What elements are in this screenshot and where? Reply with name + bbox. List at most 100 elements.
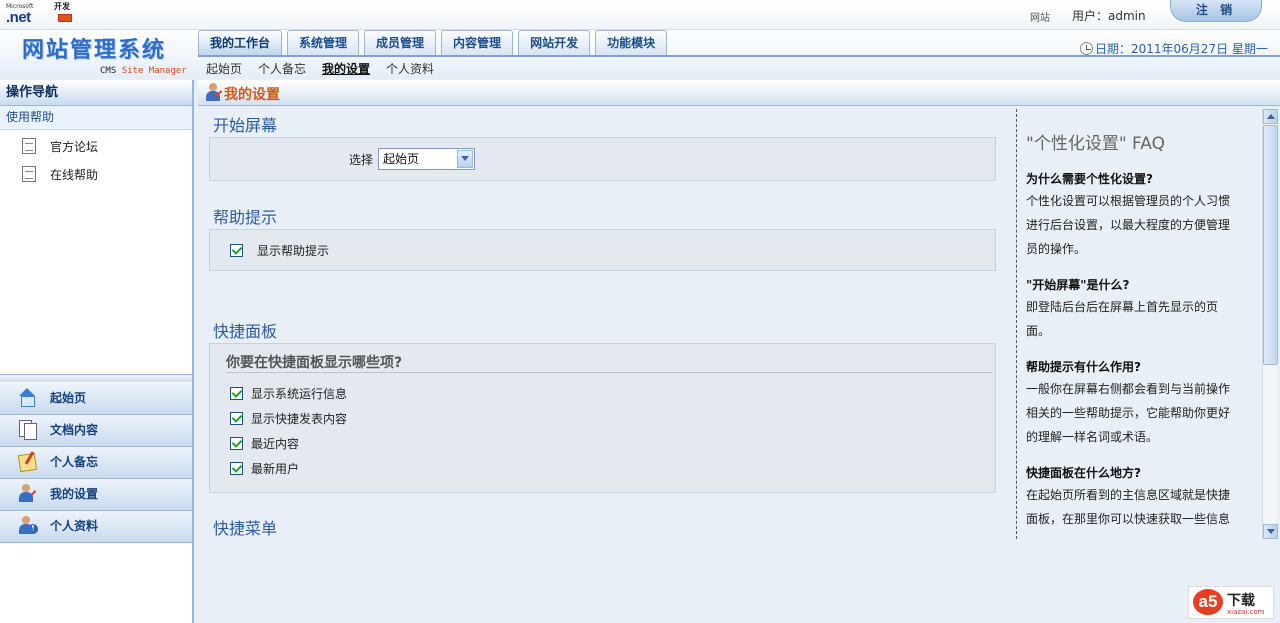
sidebar: 操作导航 使用帮助 官方论坛 在线帮助 起始页 文档内容 个人备忘 我的设置 !… (0, 80, 194, 623)
start-screen-select[interactable]: 起始页 (378, 148, 475, 170)
nav-memo[interactable]: 个人备忘 (0, 447, 192, 479)
tab-system[interactable]: 系统管理 (287, 30, 360, 56)
clock-icon (1080, 42, 1093, 55)
nav-profile[interactable]: ! 个人资料 (0, 511, 192, 543)
select-label: 选择 (349, 153, 374, 167)
faq-question: 为什么需要个性化设置? (1026, 172, 1153, 186)
faq-answer: 个性化设置可以根据管理员的个人习惯进行后台设置，以最大程度的方便管理员的操作。 (1026, 194, 1231, 256)
a5-watermark-logo: a5 下载 xiazai.com (1188, 586, 1274, 619)
faq-scrollbar[interactable] (1262, 109, 1278, 539)
checkbox-label: 显示帮助提示 (257, 244, 330, 258)
user-settings-icon (204, 83, 224, 103)
nav-label: 我的设置 (50, 487, 99, 501)
option-checkbox[interactable] (230, 437, 243, 450)
checkbox-label: 显示系统运行信息 (251, 387, 348, 401)
section-help-tips-title: 帮助提示 (213, 208, 278, 227)
dotnet-label: .net (6, 9, 31, 26)
home-icon (16, 387, 38, 407)
option-quick-publish[interactable]: 显示快捷发表内容 (230, 411, 347, 427)
document-icon (22, 138, 36, 154)
main-tabs: 我的工作台 系统管理 成员管理 内容管理 网站开发 功能模块 (198, 30, 672, 56)
sidebar-separator (0, 374, 192, 382)
divider (226, 372, 992, 373)
tab-dev[interactable]: 网站开发 (518, 30, 591, 56)
watermark-logo: a5 (1193, 589, 1223, 615)
dev-logo: 开发 (54, 1, 80, 25)
nav-my-settings[interactable]: 我的设置 (0, 479, 192, 511)
show-help-tips-option[interactable]: 显示帮助提示 (230, 243, 329, 259)
subtab-settings[interactable]: 我的设置 (322, 60, 370, 77)
sidebar-title: 操作导航 (0, 80, 192, 106)
watermark-url: xiazai.com (1227, 608, 1265, 616)
faq-title: "个性化设置" FAQ (1026, 134, 1165, 154)
nav-documents[interactable]: 文档内容 (0, 415, 192, 447)
sidebar-group-help[interactable]: 使用帮助 (0, 106, 192, 130)
scroll-thumb[interactable] (1263, 125, 1278, 365)
sub-tabs: 起始页 个人备忘 我的设置 个人资料 (206, 60, 450, 77)
dev-icon (58, 14, 72, 22)
option-recent-content[interactable]: 最近内容 (230, 436, 299, 452)
checkbox-label: 最近内容 (251, 437, 300, 451)
user-label: 用户：admin (1072, 9, 1146, 23)
logout-button[interactable]: 注 销 (1170, 0, 1262, 22)
section-start-screen-title: 开始屏幕 (213, 116, 278, 135)
subtab-profile[interactable]: 个人资料 (386, 60, 434, 77)
select-value: 起始页 (383, 152, 420, 166)
tab-content[interactable]: 内容管理 (441, 30, 514, 56)
checkbox-label: 显示快捷发表内容 (251, 412, 348, 426)
faq-answer: 即登陆后台后在屏幕上首先显示的页面。 (1026, 300, 1219, 338)
tab-modules[interactable]: 功能模块 (595, 30, 668, 56)
quick-panel-panel: 你要在快捷面板显示哪些项? 显示系统运行信息 显示快捷发表内容 最近内容 最新用… (209, 343, 996, 493)
option-checkbox[interactable] (230, 412, 243, 425)
subtab-memo[interactable]: 个人备忘 (258, 60, 306, 77)
memo-icon (16, 451, 38, 471)
watermark-text: 下载 (1227, 593, 1255, 609)
sidebar-link-forum[interactable]: 官方论坛 (22, 138, 98, 156)
nav-label: 个人资料 (50, 519, 99, 533)
date-text: 日期：2011年06月27日 星期一 (1095, 42, 1268, 56)
faq-question: 快捷面板在什么地方? (1026, 466, 1141, 480)
nav-start-page[interactable]: 起始页 (0, 383, 192, 415)
faq-panel: "个性化设置" FAQ 为什么需要个性化设置? 个性化设置可以根据管理员的个人习… (1016, 109, 1262, 539)
scroll-down-icon[interactable] (1263, 524, 1278, 539)
brand-title: 网站管理系统 (22, 38, 167, 63)
document-icon (16, 419, 38, 440)
date-display: 日期：2011年06月27日 星期一 (1080, 40, 1268, 57)
start-screen-panel: 选择 起始页 (209, 137, 996, 181)
main-content: 开始屏幕 选择 起始页 帮助提示 显示帮助提示 快捷面板 你要在快捷面板显示哪些… (198, 107, 1280, 623)
faq-question: "开始屏幕"是什么? (1026, 278, 1130, 292)
content-header: 我的设置 (198, 80, 1280, 106)
nav-label: 个人备忘 (50, 455, 99, 469)
document-icon (22, 166, 36, 182)
brand-cms: CMS (100, 66, 117, 76)
tab-workbench[interactable]: 我的工作台 (198, 30, 283, 56)
site-link[interactable]: 网站 (1030, 9, 1050, 24)
help-tips-panel: 显示帮助提示 (209, 229, 996, 271)
section-quick-panel-title: 快捷面板 (213, 322, 278, 341)
header: 网站管理系统 CMS Site Manager 我的工作台 系统管理 成员管理 … (0, 30, 1280, 78)
section-quick-menu-title: 快捷菜单 (213, 519, 278, 538)
faq-answer: 在起始页所看到的主信息区域就是快捷面板，在那里你可以快速获取一些信息 (1026, 488, 1231, 526)
subtab-start[interactable]: 起始页 (206, 60, 242, 77)
sidebar-link-label: 在线帮助 (50, 168, 99, 182)
sidebar-link-label: 官方论坛 (50, 140, 99, 154)
brand-subtitle: CMS Site Manager (100, 66, 187, 76)
scroll-up-icon[interactable] (1263, 109, 1278, 124)
faq-question: 帮助提示有什么作用? (1026, 360, 1141, 374)
option-system-info[interactable]: 显示系统运行信息 (230, 386, 347, 402)
dotnet-logo: Microsoft .net (6, 3, 40, 26)
sidebar-nav: 起始页 文档内容 个人备忘 我的设置 ! 个人资料 (0, 383, 192, 543)
page-title: 我的设置 (224, 87, 280, 103)
dev-label: 开发 (54, 2, 70, 11)
option-checkbox[interactable] (230, 462, 243, 475)
show-help-tips-checkbox[interactable] (230, 244, 243, 257)
sidebar-link-online-help[interactable]: 在线帮助 (22, 166, 98, 184)
option-new-users[interactable]: 最新用户 (230, 461, 299, 477)
chevron-down-icon[interactable] (457, 150, 473, 168)
user-info-icon: ! (16, 515, 38, 535)
top-strip: Microsoft .net 开发 网站 用户：admin 注 销 (0, 0, 1280, 30)
checkbox-label: 最新用户 (251, 462, 300, 476)
brand-site-manager: Site Manager (121, 66, 187, 76)
tab-members[interactable]: 成员管理 (364, 30, 437, 56)
option-checkbox[interactable] (230, 387, 243, 400)
